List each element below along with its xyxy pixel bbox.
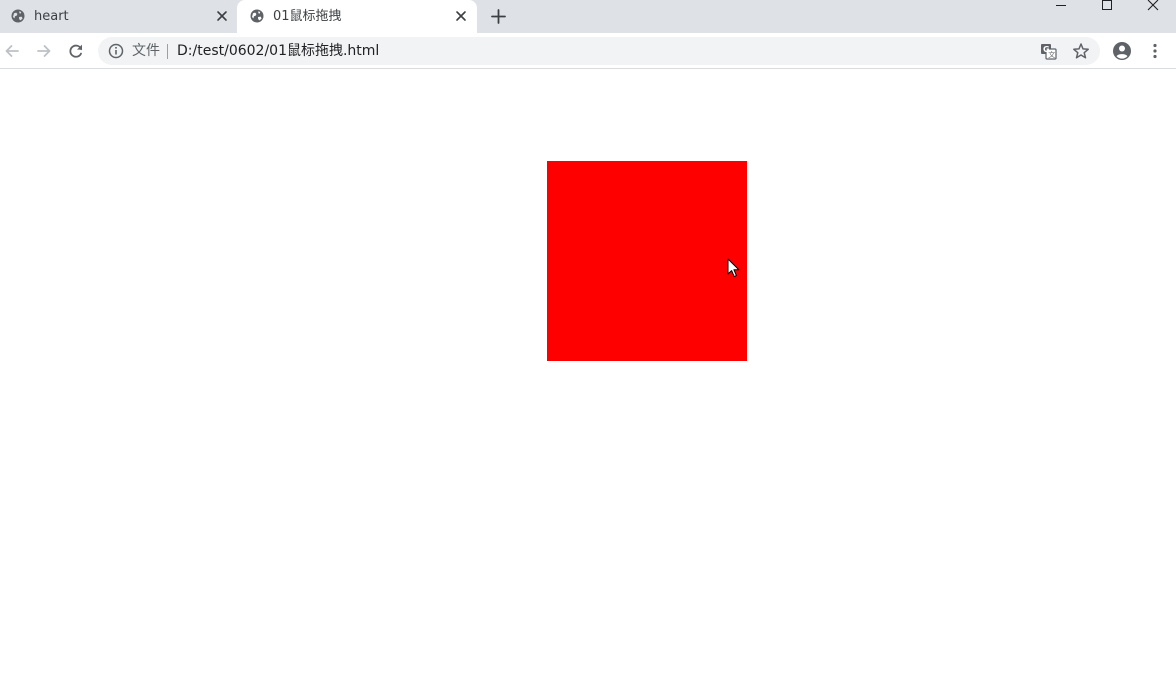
info-icon[interactable] <box>108 43 124 59</box>
more-vert-icon[interactable] <box>1145 41 1165 61</box>
account-icon[interactable] <box>1112 41 1132 61</box>
minimize-icon[interactable] <box>1038 0 1084 14</box>
address-bar[interactable]: 文件 D:/test/0602/01鼠标拖拽.html G 文 <box>98 37 1100 65</box>
bookmark-star-icon[interactable] <box>1072 42 1090 60</box>
omnibox-divider <box>167 44 168 59</box>
tab-strip: heart 01鼠标拖拽 <box>0 0 1176 33</box>
toolbar: 文件 D:/test/0602/01鼠标拖拽.html G 文 <box>0 33 1176 69</box>
new-tab-plus-icon[interactable] <box>490 8 507 25</box>
mouse-cursor-icon <box>727 258 740 278</box>
browser-window: heart 01鼠标拖拽 文件 D:/test/0602/01鼠标拖拽.html… <box>0 0 1176 699</box>
tab-01-drag[interactable]: 01鼠标拖拽 <box>237 0 477 33</box>
draggable-red-box[interactable] <box>547 161 747 361</box>
tab-title: 01鼠标拖拽 <box>273 9 342 24</box>
globe-icon <box>11 9 25 23</box>
globe-icon <box>250 9 264 23</box>
forward-arrow-icon[interactable] <box>34 41 54 61</box>
maximize-icon[interactable] <box>1084 0 1130 14</box>
svg-text:文: 文 <box>1048 50 1055 59</box>
page-content <box>0 70 1176 699</box>
close-icon[interactable] <box>215 9 229 23</box>
scheme-label: 文件 <box>132 43 160 59</box>
url-text[interactable]: D:/test/0602/01鼠标拖拽.html <box>177 43 379 59</box>
tab-heart[interactable]: heart <box>0 0 237 33</box>
close-icon[interactable] <box>454 9 468 23</box>
translate-icon[interactable]: G 文 <box>1040 43 1057 60</box>
back-arrow-icon[interactable] <box>2 41 22 61</box>
window-close-icon[interactable] <box>1130 0 1176 14</box>
reload-icon[interactable] <box>66 41 86 61</box>
tab-title: heart <box>34 9 69 24</box>
